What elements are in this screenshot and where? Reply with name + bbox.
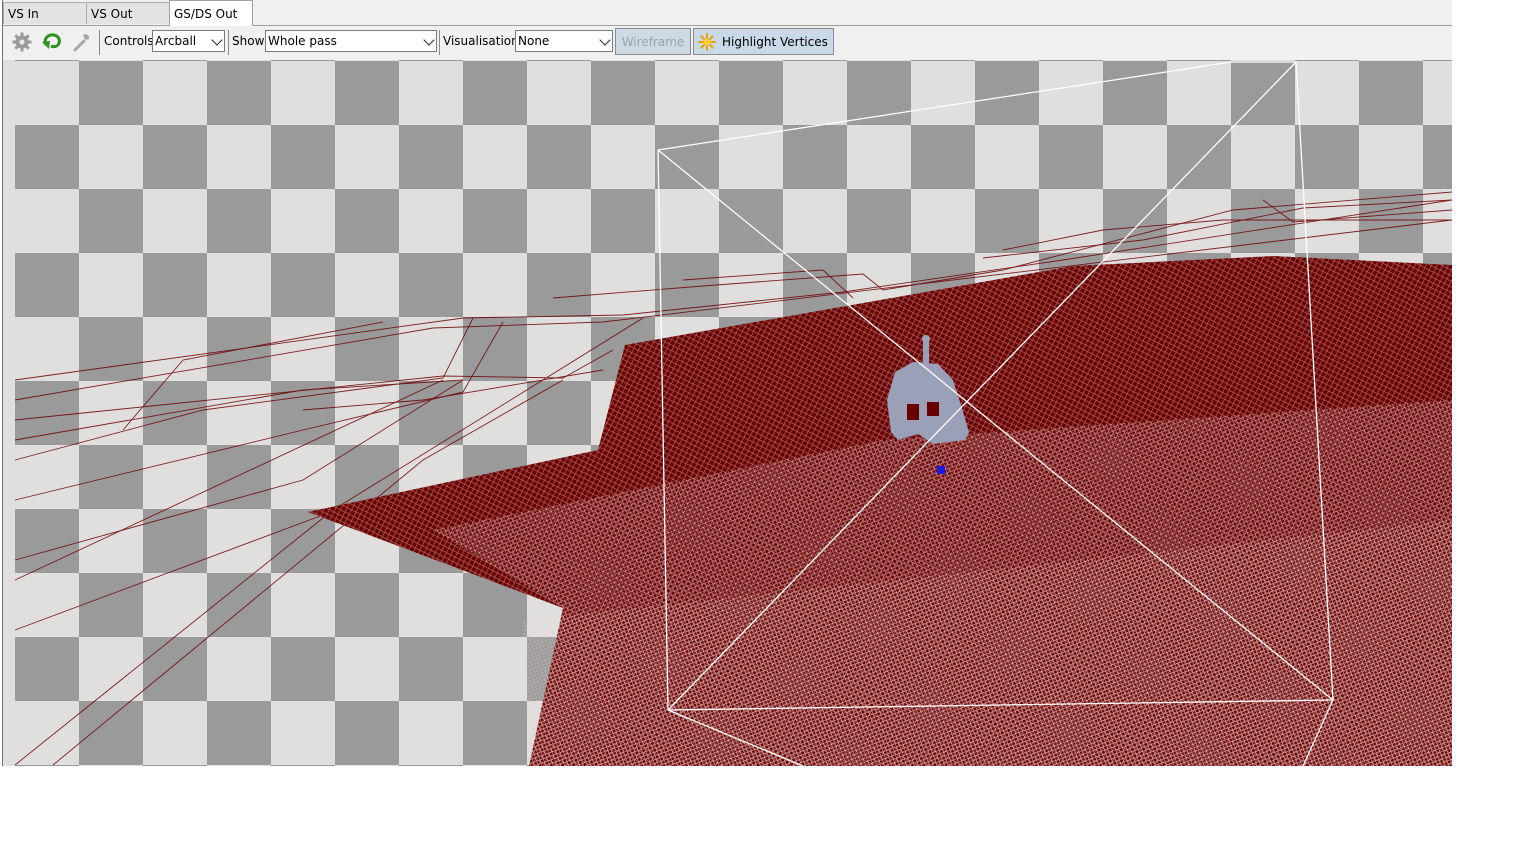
visualisation-select-value: None — [518, 34, 550, 48]
tab-gs-ds-out[interactable]: GS/DS Out — [169, 0, 253, 26]
chevron-down-icon — [211, 34, 223, 46]
wireframe-button[interactable]: Wireframe — [615, 28, 691, 55]
visualisation-select[interactable]: None — [515, 30, 613, 52]
wireframe-button-label: Wireframe — [621, 34, 685, 49]
chevron-down-icon — [423, 34, 435, 46]
wrench-icon[interactable] — [71, 30, 93, 54]
reset-arrow-icon[interactable] — [40, 30, 64, 54]
controls-select-value: Arcball — [155, 34, 197, 48]
show-select[interactable]: Whole pass — [265, 30, 437, 52]
mesh-viewport[interactable] — [3, 60, 1452, 766]
mesh-viewer-panel: VS In VS Out GS/DS Out Controls Arcball … — [2, 0, 1452, 766]
gear-icon[interactable] — [11, 30, 33, 54]
controls-select[interactable]: Arcball — [152, 30, 225, 52]
tab-bar: VS In VS Out GS/DS Out — [3, 0, 1452, 26]
highlight-vertices-label: Highlight Vertices — [722, 34, 828, 49]
chevron-down-icon — [599, 34, 611, 46]
toolbar-separator — [99, 30, 100, 55]
visualisation-label: Visualisation — [443, 34, 519, 48]
toolbar-separator — [228, 30, 229, 55]
highlight-vertices-button[interactable]: Highlight Vertices — [693, 28, 834, 55]
tab-vs-in[interactable]: VS In — [3, 2, 87, 24]
toolbar: Controls Arcball Show Whole pass Visuali… — [3, 26, 1452, 60]
tab-vs-out[interactable]: VS Out — [86, 2, 170, 24]
show-select-value: Whole pass — [268, 34, 337, 48]
show-label: Show — [232, 34, 265, 48]
highlighted-vertex-marker — [937, 466, 945, 474]
controls-label: Controls — [104, 34, 154, 48]
toolbar-separator — [439, 30, 440, 55]
highlight-star-icon — [698, 32, 716, 51]
